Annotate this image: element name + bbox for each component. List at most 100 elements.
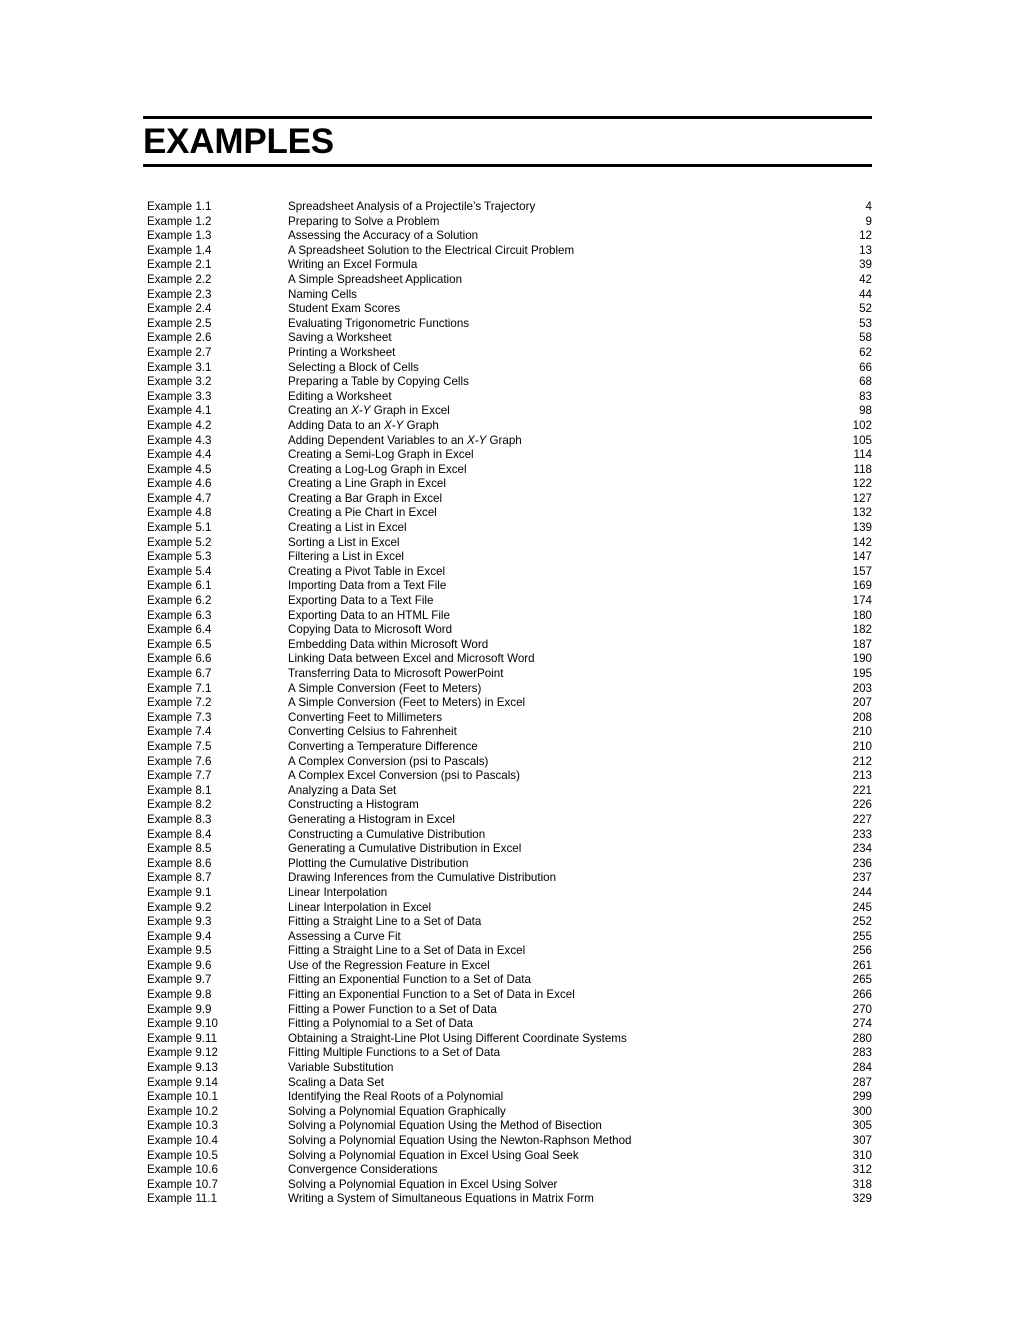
example-label: Example 4.6: [147, 477, 212, 491]
example-page-number: 66: [859, 360, 872, 374]
example-page-number: 114: [853, 448, 872, 462]
example-row: Example 10.2 Solving a Polynomial Equatio…: [147, 1105, 872, 1120]
example-label: Example 6.3: [147, 608, 212, 622]
example-page-number: 42: [859, 272, 872, 286]
example-row: Example 5.2 Sorting a List in Excel 142: [147, 536, 872, 551]
example-label: Example 9.10: [147, 1017, 218, 1031]
example-title: Use of the Regression Feature in Excel: [288, 958, 490, 972]
example-page-number: 208: [852, 710, 872, 724]
example-row: Example 9.2 Linear Interpolation in Excel…: [147, 901, 872, 916]
example-label: Example 2.5: [147, 316, 212, 330]
example-label: Example 10.4: [147, 1134, 218, 1147]
example-page-number: 4: [865, 200, 872, 213]
example-row: Example 6.2 Exporting Data to a Text File…: [147, 594, 872, 609]
example-title: Fitting a Polynomial to a Set of Data: [288, 1017, 473, 1031]
example-row: Example 9.1 Linear Interpolation 244: [147, 886, 872, 901]
example-label: Example 3.2: [147, 375, 212, 389]
example-page-number: 221: [852, 783, 872, 797]
example-label: Example 3.1: [147, 360, 212, 374]
page-title: EXAMPLES: [143, 122, 334, 161]
example-label: Example 6.4: [147, 623, 212, 637]
example-title: Solving a Polynomial Equation in Excel U…: [288, 1177, 558, 1191]
example-row: Example 5.3 Filtering a List in Excel 147: [147, 550, 872, 565]
example-page-number: 234: [852, 842, 872, 856]
example-page-number: 122: [852, 477, 872, 491]
example-row: Example 11.1 Writing a System of Simultan…: [147, 1192, 872, 1207]
example-page-number: 53: [859, 316, 872, 330]
example-title: Printing a Worksheet: [288, 345, 396, 359]
example-label: Example 6.5: [147, 637, 212, 651]
example-title: Copying Data to Microsoft Word: [288, 623, 453, 637]
example-title: A Spreadsheet Solution to the Electrical…: [288, 243, 575, 257]
example-row: Example 6.1 Importing Data from a Text Fi…: [147, 579, 872, 594]
example-title: Writing an Excel Formula: [288, 258, 418, 272]
example-row: Example 8.5 Generating a Cumulative Distr…: [147, 842, 872, 857]
example-row: Example 1.2 Preparing to Solve a Problem 9: [147, 215, 872, 230]
example-page-number: 203: [852, 681, 872, 695]
example-title: Sorting a List in Excel: [288, 535, 400, 549]
example-label: Example 2.6: [147, 331, 212, 345]
example-label: Example 10.6: [147, 1163, 218, 1177]
example-label: Example 7.3: [147, 710, 212, 724]
example-label: Example 9.3: [147, 915, 212, 929]
example-page-number: 207: [852, 696, 872, 710]
example-page-number: 270: [852, 1002, 872, 1016]
example-label: Example 9.13: [147, 1061, 218, 1075]
title-rule-bottom: [143, 164, 872, 167]
example-title: Converting Feet to Millimeters: [288, 710, 442, 724]
example-label: Example 9.1: [147, 885, 212, 899]
example-title: Embedding Data within Microsoft Word: [288, 637, 489, 651]
example-title: Identifying the Real Roots of a Polynomi…: [288, 1090, 504, 1104]
example-row: Example 10.3 Solving a Polynomial Equatio…: [147, 1119, 872, 1134]
example-label: Example 1.2: [147, 214, 212, 228]
example-page-number: 169: [852, 579, 872, 593]
example-page-number: 13: [859, 243, 872, 257]
example-page-number: 102: [852, 418, 872, 432]
example-label: Example 5.3: [147, 550, 212, 564]
example-row: Example 4.7 Creating a Bar Graph in Excel…: [147, 492, 872, 507]
example-row: Example 3.2 Preparing a Table by Copying …: [147, 375, 872, 390]
example-row: Example 4.2 Adding Data to an X-Y Graph 10…: [147, 419, 872, 434]
example-page-number: 318: [852, 1177, 872, 1191]
example-row: Example 8.4 Constructing a Cumulative Dis…: [147, 828, 872, 843]
example-title: Plotting the Cumulative Distribution: [288, 856, 469, 870]
example-title: Fitting a Power Function to a Set of Dat…: [288, 1002, 497, 1016]
example-title: Solving a Polynomial Equation Graphicall…: [288, 1104, 506, 1118]
example-title: Saving a Worksheet: [288, 331, 392, 345]
example-title: Creating a Bar Graph in Excel: [288, 491, 443, 505]
example-title: Preparing a Table by Copying Cells: [288, 375, 469, 389]
example-row: Example 7.1 A Simple Conversion (Feet to …: [147, 682, 872, 697]
example-page-number: 213: [852, 769, 872, 783]
example-title: Creating a Semi-Log Graph in Excel: [288, 448, 474, 462]
example-label: Example 10.3: [147, 1119, 218, 1133]
example-label: Example 2.7: [147, 345, 212, 359]
example-title: Constructing a Histogram: [288, 798, 419, 812]
example-title: Creating a Pivot Table in Excel: [288, 564, 446, 578]
example-title: Scaling a Data Set: [288, 1075, 385, 1089]
example-row: Example 4.5 Creating a Log-Log Graph in E…: [147, 463, 872, 478]
example-page-number: 284: [852, 1061, 872, 1075]
example-row: Example 3.3 Editing a Worksheet 83: [147, 390, 872, 405]
example-row: Example 4.3 Adding Dependent Variables to…: [147, 434, 872, 449]
example-title: Linear Interpolation: [288, 885, 388, 899]
example-row: Example 6.3 Exporting Data to an HTML Fil…: [147, 609, 872, 624]
example-page-number: 174: [852, 594, 872, 608]
example-title: Filtering a List in Excel: [288, 550, 404, 564]
example-title: Creating a List in Excel: [288, 521, 407, 535]
example-row: Example 2.2 A Simple Spreadsheet Applicat…: [147, 273, 872, 288]
example-page-number: 132: [852, 506, 872, 520]
example-label: Example 8.3: [147, 812, 212, 826]
example-page-number: 83: [859, 389, 872, 403]
example-title: Generating a Cumulative Distribution in …: [288, 842, 522, 856]
example-row: Example 7.2 A Simple Conversion (Feet to …: [147, 696, 872, 711]
example-page-number: 44: [859, 287, 872, 301]
example-row: Example 8.3 Generating a Histogram in Exc…: [147, 813, 872, 828]
example-page-number: 118: [853, 462, 872, 476]
example-title: Preparing to Solve a Problem: [288, 214, 440, 228]
example-row: Example 6.7 Transferring Data to Microsof…: [147, 667, 872, 682]
example-title: Fitting Multiple Functions to a Set of D…: [288, 1046, 501, 1060]
example-row: Example 9.12 Fitting Multiple Functions t…: [147, 1046, 872, 1061]
example-row: Example 9.4 Assessing a Curve Fit 255: [147, 930, 872, 945]
example-page-number: 105: [852, 433, 872, 447]
example-title: Creating a Line Graph in Excel: [288, 477, 446, 491]
